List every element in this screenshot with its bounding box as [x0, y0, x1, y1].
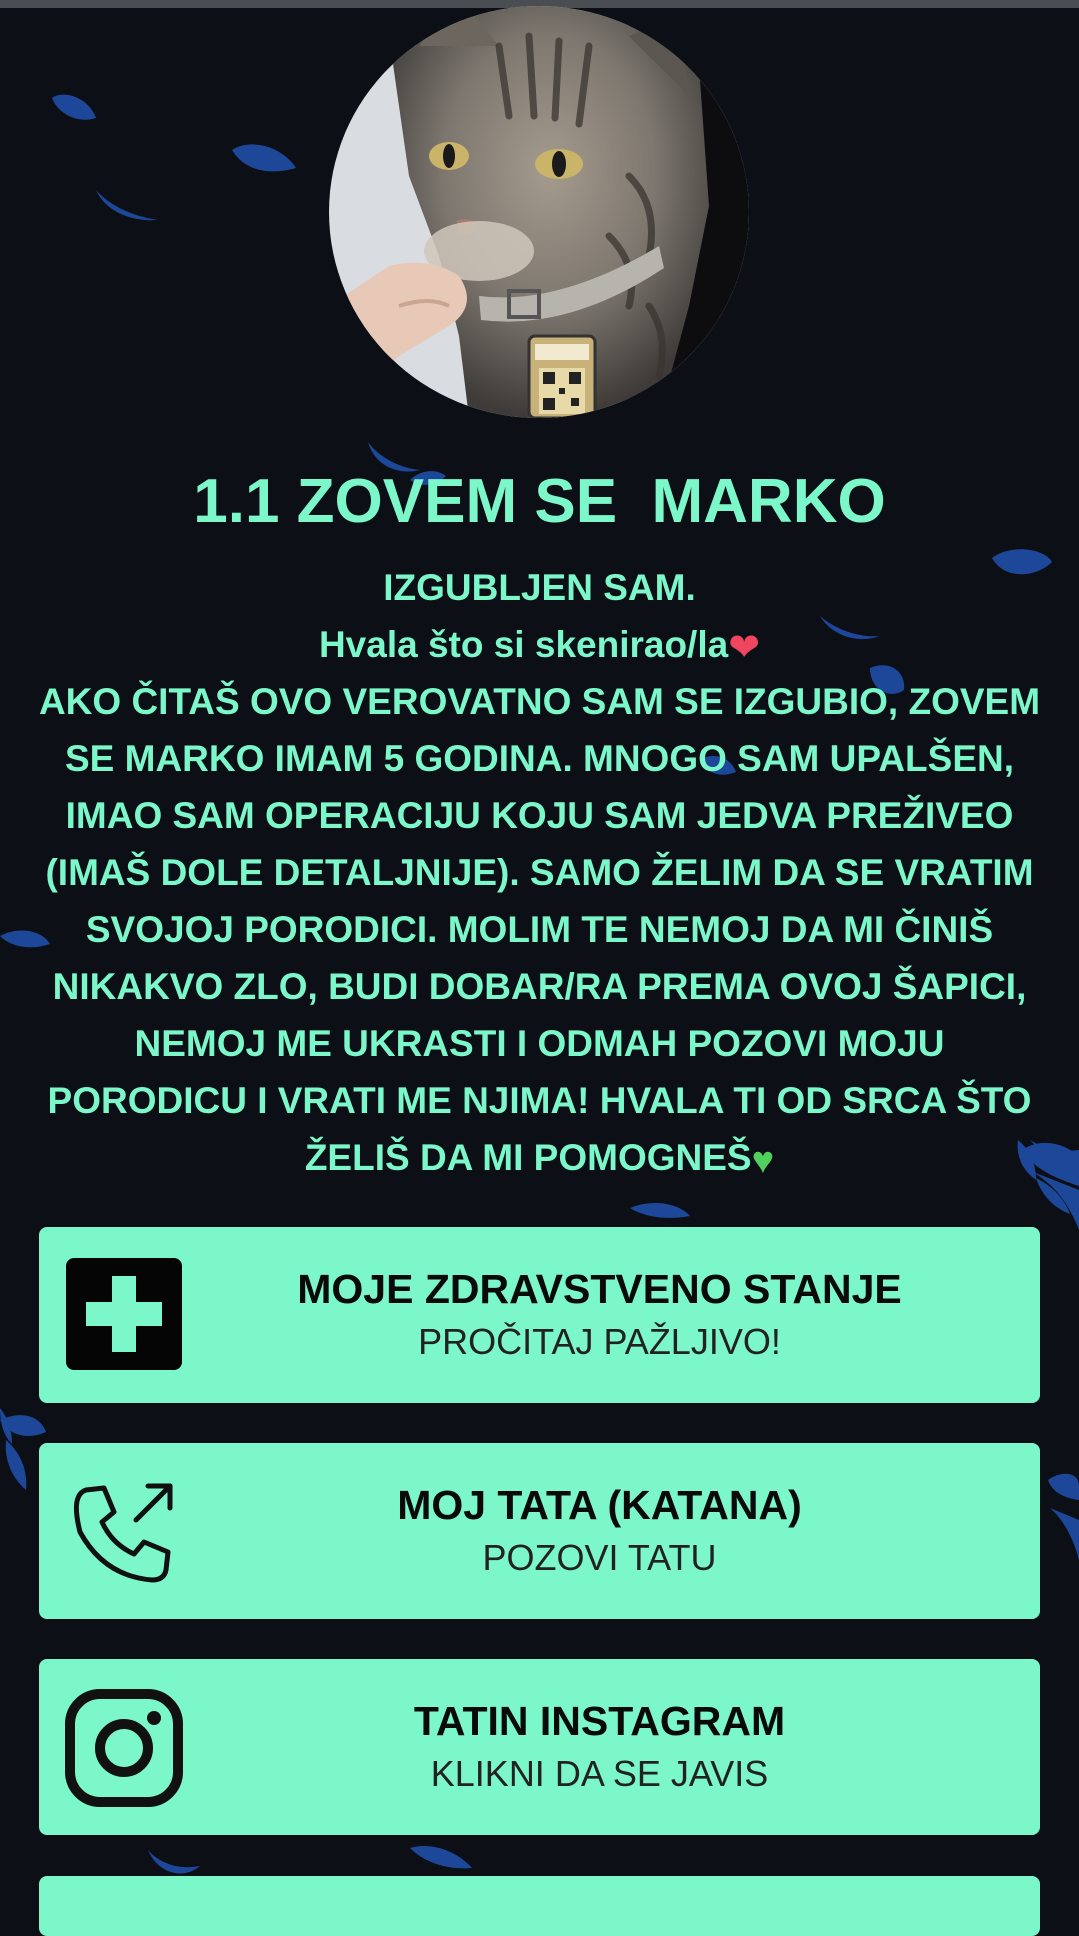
instagram-icon	[64, 1688, 184, 1808]
link-subtitle: PROČITAJ PAŽLJIVO!	[418, 1321, 781, 1362]
bio-message: AKO ČITAŠ OVO VEROVATNO SAM SE IZGUBIO, …	[30, 673, 1049, 1186]
pet-avatar	[329, 6, 749, 418]
link-button-call-dad[interactable]: MOJ TATA (KATANA) POZOVI TATU	[39, 1443, 1040, 1619]
red-heart-icon: ❤	[728, 627, 761, 669]
link-button-health[interactable]: MOJE ZDRAVSTVENO STANJE PROČITAJ PAŽLJIV…	[39, 1227, 1040, 1403]
green-heart-icon: ♥	[751, 1140, 775, 1182]
medical-cross-icon	[64, 1256, 184, 1376]
bio-message-text: AKO ČITAŠ OVO VEROVATNO SAM SE IZGUBIO, …	[38, 681, 1041, 1178]
link-button-instagram[interactable]: TATIN INSTAGRAM KLIKNI DA SE JAVIS	[39, 1659, 1040, 1835]
link-subtitle: POZOVI TATU	[482, 1537, 717, 1578]
link-subtitle: KLIKNI DA SE JAVIS	[430, 1753, 769, 1794]
cat-photo	[329, 6, 749, 418]
bio-thanks-text: Hvala što si skenirao/la	[318, 624, 729, 665]
bio-line-lost: IZGUBLJEN SAM.	[383, 567, 696, 608]
link-title: MOJE ZDRAVSTVENO STANJE	[297, 1266, 902, 1312]
link-button-partial[interactable]	[39, 1876, 1040, 1936]
profile-bio: IZGUBLJEN SAM. Hvala što si skenirao/la❤…	[30, 559, 1049, 1186]
link-title: MOJ TATA (KATANA)	[397, 1482, 802, 1528]
bio-line-thanks: Hvala što si skenirao/la❤	[30, 616, 1049, 673]
link-title: TATIN INSTAGRAM	[413, 1698, 786, 1744]
phone-outgoing-icon	[64, 1472, 184, 1592]
profile-title: 1.1 ZOVEM SE MARKO	[193, 467, 886, 536]
